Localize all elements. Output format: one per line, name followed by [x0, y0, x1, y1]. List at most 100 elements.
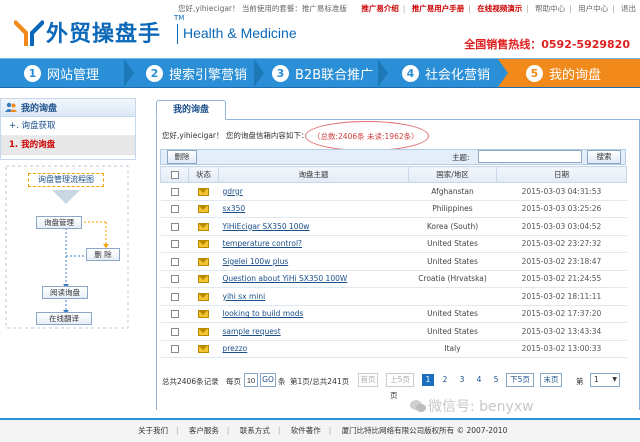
row-select-cell[interactable]	[160, 182, 189, 201]
row-select-cell[interactable]	[160, 217, 189, 236]
total-records: 总共2406条记录	[162, 377, 219, 386]
page-2-link[interactable]: 2	[439, 374, 451, 386]
row-select-cell[interactable]	[160, 235, 189, 253]
table-row[interactable]: Question about YiHi SX350 100W Croatia (H…	[160, 270, 627, 288]
search-button[interactable]: 搜索	[587, 150, 621, 164]
page-select[interactable]: 1 ▼	[590, 373, 620, 387]
footer-link-copyright-works[interactable]: 软件著作	[291, 426, 321, 435]
row-checkbox[interactable]	[170, 205, 179, 214]
table-row[interactable]: Sigelei 100w plus United States 2015-03-02…	[160, 252, 627, 271]
step-b2b-promotion[interactable]: 3 B2B联合推广	[272, 59, 373, 87]
per-page-input[interactable]	[244, 373, 258, 387]
page-4-link[interactable]: 4	[473, 374, 485, 386]
select-all-checkbox[interactable]	[170, 171, 179, 179]
sidebar-item-get-inquiries[interactable]: +. 询盘获取	[1, 117, 135, 136]
row-checkbox[interactable]	[170, 187, 179, 196]
step-social-marketing[interactable]: 4 社会化营销	[402, 59, 490, 87]
page-3-link[interactable]: 3	[456, 374, 468, 386]
footer-copyright: 厦门比特比网络有限公司版权所有 © 2007-2010	[341, 426, 508, 435]
row-country: United States	[408, 235, 497, 253]
top-bar: 您好,yihiecigar！ 当前使用的套餐：推广易标准版 推广易介绍 | 推广易…	[0, 0, 640, 14]
divider: |	[402, 4, 406, 13]
go-button[interactable]: GO	[260, 373, 276, 387]
envelope-icon	[198, 292, 209, 301]
top-link-logout[interactable]: 退出	[621, 4, 636, 13]
envelope-icon	[198, 222, 209, 231]
top-link-video[interactable]: 在线视频演示	[477, 4, 522, 13]
sidebar-header: 我的询盘	[1, 99, 135, 117]
goto-page-label: 第	[576, 377, 584, 386]
row-select-cell[interactable]	[160, 305, 189, 323]
row-subject-link[interactable]: temperature control?	[218, 235, 409, 253]
tab-my-inquiries[interactable]: 我的询盘	[156, 100, 226, 120]
row-checkbox[interactable]	[170, 310, 179, 319]
footer-link-service[interactable]: 客户服务	[189, 426, 219, 435]
top-link-manual[interactable]: 推广易用户手册	[412, 4, 465, 13]
row-status-cell	[188, 270, 219, 288]
page-1-link[interactable]: 1	[422, 374, 434, 386]
step-seo-marketing[interactable]: 2 搜索引擎营销	[146, 59, 247, 87]
row-subject-link[interactable]: Sigelei 100w plus	[218, 252, 409, 271]
row-checkbox[interactable]	[170, 327, 179, 336]
row-select-cell[interactable]	[160, 252, 189, 271]
table-row[interactable]: yihi sx mini 2015-03-02 18:11:11	[160, 287, 627, 306]
table-row[interactable]: temperature control? United States 2015-03…	[160, 235, 627, 253]
step-number: 1	[24, 64, 41, 82]
subject-search-input[interactable]	[478, 150, 582, 163]
divider: |	[277, 426, 281, 435]
row-select-cell[interactable]	[160, 270, 189, 288]
logo-divider	[177, 24, 178, 44]
flow-step-translate: 在线翻译	[36, 312, 92, 325]
mailbox-info: 您好,yihiecigar！ 您的询盘信箱内容如下：	[162, 131, 309, 140]
row-select-cell[interactable]	[160, 340, 189, 358]
row-subject-link[interactable]: prezzo	[218, 340, 409, 358]
row-select-cell[interactable]	[160, 200, 189, 218]
first-page-button[interactable]: 首页	[358, 373, 378, 387]
users-icon	[5, 102, 17, 112]
row-checkbox[interactable]	[170, 345, 179, 354]
row-checkbox[interactable]	[170, 240, 179, 249]
table-row[interactable]: gdrgr Afghanstan 2015-03-03 04:31:53	[160, 182, 627, 201]
table-row[interactable]: YiHiEcigar SX350 100w Korea (South) 2015-0…	[160, 217, 627, 236]
footer-link-contact[interactable]: 联系方式	[240, 426, 270, 435]
row-select-cell[interactable]	[160, 322, 189, 341]
row-subject-link[interactable]: looking to build mods	[218, 305, 409, 323]
table-row[interactable]: sx350 Philippines 2015-03-03 03:25:26	[160, 200, 627, 218]
table-row[interactable]: looking to build mods United States 2015-0…	[160, 305, 627, 323]
top-link-help[interactable]: 帮助中心	[535, 4, 565, 13]
row-date: 2015-03-02 21:24:55	[496, 270, 627, 288]
step-my-inquiries[interactable]: 5 我的询盘	[526, 59, 601, 87]
delete-button[interactable]: 删除	[167, 150, 197, 164]
row-subject-link[interactable]: sample request	[218, 322, 409, 341]
step-website-management[interactable]: 1 网站管理	[24, 59, 99, 87]
sidebar-item-my-inquiries[interactable]: 1. 我的询盘	[1, 136, 135, 155]
row-country	[408, 287, 497, 306]
row-checkbox[interactable]	[170, 257, 179, 266]
row-subject-link[interactable]: Question about YiHi SX350 100W	[218, 270, 409, 288]
header-select-all[interactable]	[160, 166, 189, 183]
envelope-icon	[198, 327, 209, 336]
top-link-intro[interactable]: 推广易介绍	[361, 4, 399, 13]
row-subject-link[interactable]: YiHiEcigar SX350 100w	[218, 217, 409, 236]
steps-nav: 1 网站管理 2 搜索引擎营销 3 B2B联合推广 4 社会化营销 5 我的询盘	[0, 58, 640, 88]
table-row[interactable]: prezzo Italy 2015-03-02 13:00:33	[160, 340, 627, 358]
page-5-link[interactable]: 5	[490, 374, 502, 386]
envelope-icon	[198, 240, 209, 249]
footer-link-about[interactable]: 关于我们	[138, 426, 168, 435]
top-link-user-center[interactable]: 用户中心	[578, 4, 608, 13]
prev-5-pages-button[interactable]: 上5页	[386, 373, 414, 387]
row-checkbox[interactable]	[170, 222, 179, 231]
row-checkbox[interactable]	[170, 292, 179, 301]
table-row[interactable]: sample request United States 2015-03-02 13…	[160, 322, 627, 341]
main-tabbar: 我的询盘	[156, 100, 640, 120]
header-subject: 询盘主题	[218, 166, 409, 183]
step-number: 5	[526, 64, 543, 82]
last-page-button[interactable]: 末页	[540, 373, 562, 387]
row-checkbox[interactable]	[170, 275, 179, 284]
row-subject-link[interactable]: yihi sx mini	[218, 287, 409, 306]
row-select-cell[interactable]	[160, 287, 189, 306]
row-subject-link[interactable]: sx350	[218, 200, 409, 218]
row-country: Croatia (Hrvatska)	[408, 270, 497, 288]
row-subject-link[interactable]: gdrgr	[218, 182, 409, 201]
next-5-pages-button[interactable]: 下5页	[506, 373, 534, 387]
